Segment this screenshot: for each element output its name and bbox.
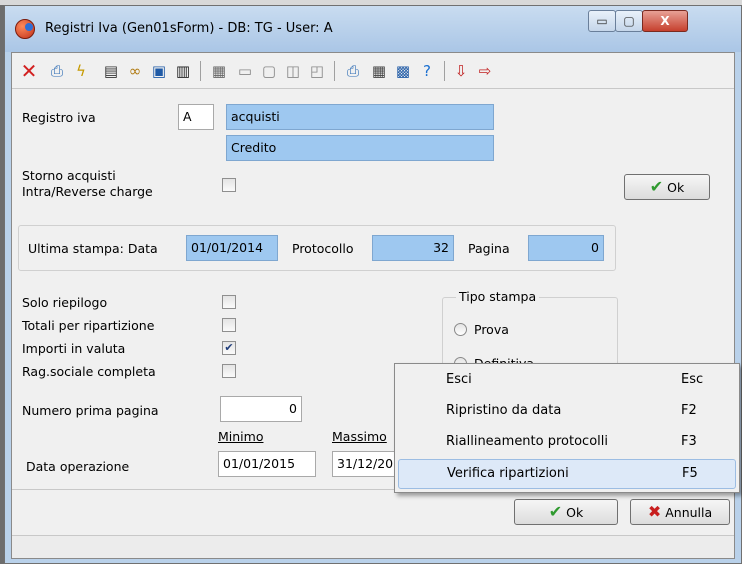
title-bar[interactable]: Registri Iva (Gen01sForm) - DB: TG - Use… [5, 6, 741, 52]
ok-button[interactable]: ✔ Ok [624, 174, 710, 200]
export-red-icon[interactable]: ⇨ [474, 60, 496, 82]
registro-code-field[interactable]: A [178, 104, 214, 130]
bottom-ok-button[interactable]: ✔ Ok [514, 499, 618, 525]
calendar-icon[interactable]: ▦ [368, 60, 390, 82]
registro-type-field[interactable]: Credito [226, 135, 494, 161]
option-label: Solo riepilogo [22, 295, 108, 310]
numero-pagina-field[interactable]: 0 [220, 396, 302, 422]
ultima-data-label: Ultima stampa: Data [28, 241, 158, 256]
maximize-button[interactable]: ▢ [615, 10, 643, 32]
annulla-label: Annulla [665, 505, 713, 520]
storno-checkbox[interactable] [222, 178, 236, 192]
registro-label: Registro iva [22, 110, 96, 125]
solo-riepilogo-checkbox[interactable] [222, 295, 236, 309]
minimo-label: Minimo [218, 429, 264, 444]
toolbar-separator [200, 61, 201, 81]
print-preview-icon[interactable]: ⎙ [46, 60, 68, 82]
import-icon[interactable]: ⇩ [450, 60, 472, 82]
list-icon[interactable]: ▤ [100, 60, 122, 82]
bottom-ok-label: Ok [566, 505, 584, 520]
check-icon: ✔ [548, 502, 563, 521]
menu-item-label: Verifica ripartizioni [447, 466, 569, 481]
copy-icon[interactable]: ▢ [258, 60, 280, 82]
menu-item-riallineamento[interactable]: Riallineamento protocolli F3 [398, 428, 736, 458]
context-menu: Esci Esc Ripristino da data F2 Riallinea… [394, 363, 740, 493]
prova-label: Prova [474, 322, 509, 337]
data-min-field[interactable]: 01/01/2015 [218, 451, 316, 477]
cancel-x-icon: ✖ [647, 502, 662, 521]
minimize-button[interactable]: ▭ [588, 10, 616, 32]
toolbar-separator [334, 61, 335, 81]
ok-label: Ok [667, 180, 685, 195]
menu-item-ripristino[interactable]: Ripristino da data F2 [398, 397, 736, 427]
document-icon[interactable]: ▦ [208, 60, 230, 82]
ragsociale-checkbox[interactable] [222, 364, 236, 378]
option-label: Totali per ripartizione [22, 318, 155, 333]
check-icon: ✔ [649, 177, 664, 196]
ultima-data-field[interactable]: 01/01/2014 [186, 235, 278, 261]
export-icon[interactable]: ◰ [306, 60, 328, 82]
toolbar-separator [444, 61, 445, 81]
window-icon[interactable]: ▣ [148, 60, 170, 82]
numero-pagina-label: Numero prima pagina [22, 403, 159, 418]
status-bar [12, 535, 734, 558]
protocollo-field[interactable]: 32 [372, 235, 454, 261]
window-title: Registri Iva (Gen01sForm) - DB: TG - Use… [45, 21, 333, 36]
massimo-label: Massimo [332, 429, 387, 444]
menu-item-shortcut: F3 [681, 434, 697, 449]
glasses-icon[interactable]: ∞ [124, 60, 146, 82]
menu-item-verifica[interactable]: Verifica ripartizioni F5 [398, 459, 736, 489]
toolbar: ✕ ⎙ ϟ ▤ ∞ ▣ ▥ ▦ ▭ ▢ ◫ ◰ ⎙ ▦ ▩ ? ⇩ ⇨ [12, 53, 734, 89]
storno-label-2: Intra/Reverse charge [22, 184, 153, 199]
totali-ripartizione-checkbox[interactable] [222, 318, 236, 332]
option-label: Importi in valuta [22, 341, 126, 356]
importi-valuta-checkbox[interactable]: ✔ [222, 341, 236, 355]
menu-item-label: Ripristino da data [446, 403, 562, 418]
delete-icon[interactable]: ✕ [18, 60, 40, 82]
calculator-icon[interactable]: ▩ [392, 60, 414, 82]
menu-item-shortcut: Esc [681, 372, 704, 387]
radio-prova[interactable] [454, 323, 467, 336]
menu-item-label: Riallineamento protocolli [446, 434, 608, 449]
option-label: Rag.sociale completa [22, 364, 156, 379]
close-button[interactable]: X [642, 10, 688, 32]
page-icon[interactable]: ▭ [234, 60, 256, 82]
storno-label: Storno acquisti [22, 168, 116, 183]
trash-icon[interactable]: ▥ [172, 60, 194, 82]
pagina-field[interactable]: 0 [528, 235, 604, 261]
help-icon[interactable]: ? [416, 60, 438, 82]
menu-item-esci[interactable]: Esci Esc [398, 366, 736, 396]
tipo-stampa-label: Tipo stampa [456, 289, 540, 304]
app-icon [15, 19, 35, 39]
data-operazione-label: Data operazione [26, 459, 130, 474]
menu-item-label: Esci [446, 372, 472, 387]
registro-desc-field[interactable]: acquisti [226, 104, 494, 130]
menu-item-shortcut: F2 [681, 403, 697, 418]
pagina-label: Pagina [468, 241, 510, 256]
protocollo-label: Protocollo [292, 241, 354, 256]
menu-item-shortcut: F5 [682, 466, 698, 481]
pages-icon[interactable]: ◫ [282, 60, 304, 82]
lightning-icon[interactable]: ϟ [70, 60, 92, 82]
printer-icon[interactable]: ⎙ [342, 60, 364, 82]
annulla-button[interactable]: ✖ Annulla [630, 499, 730, 525]
